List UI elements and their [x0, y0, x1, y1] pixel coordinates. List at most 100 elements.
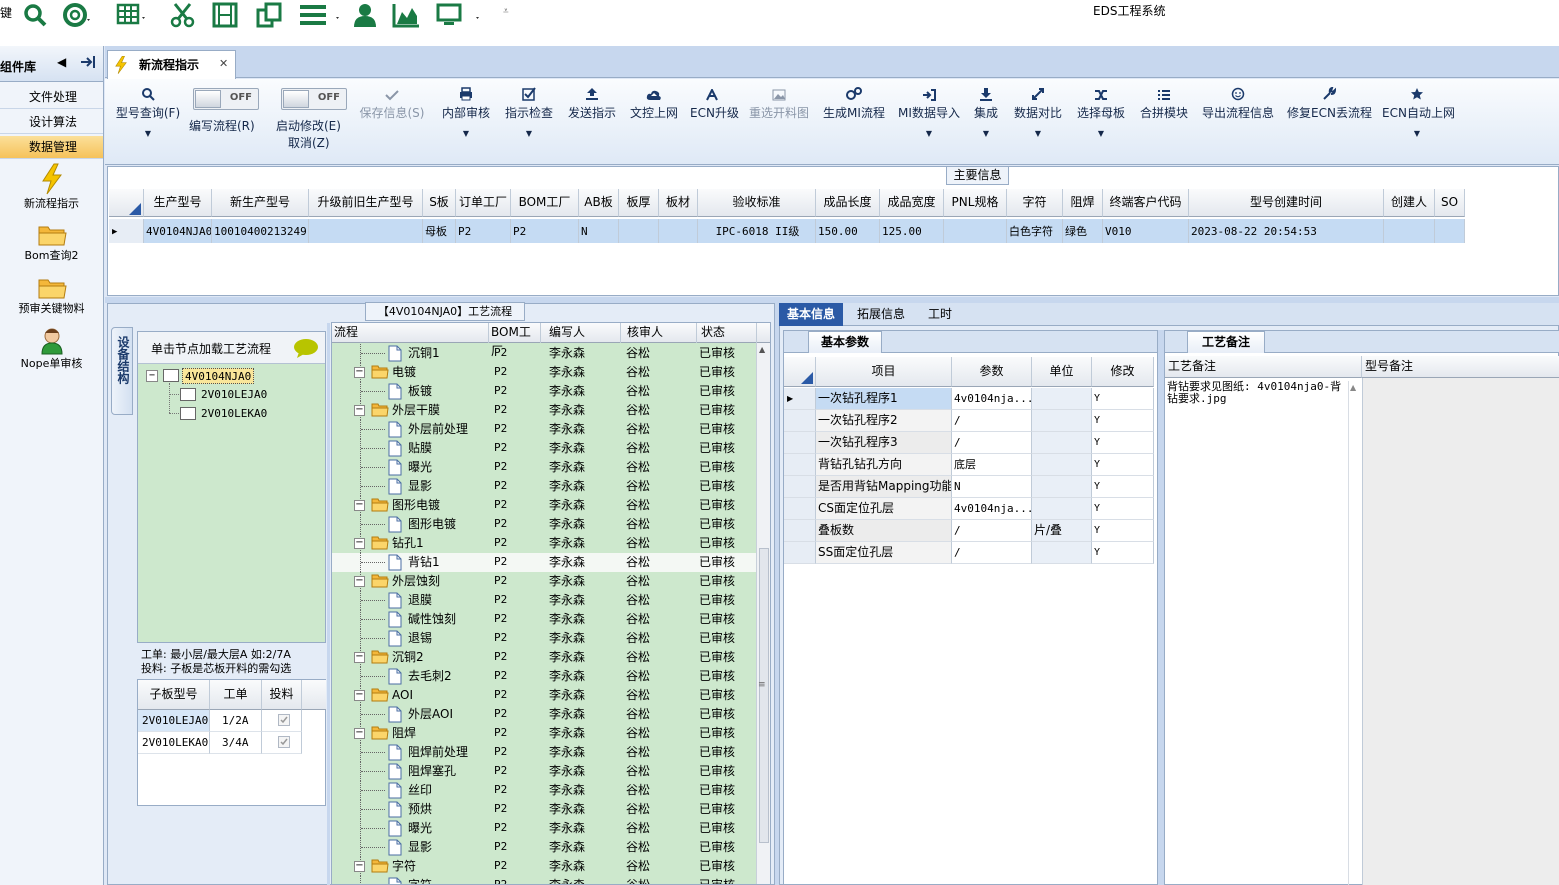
- table-row[interactable]: − AOI P2 李永森 谷松 已审核: [332, 686, 757, 705]
- table-row[interactable]: 阻焊前处理 P2 李永森 谷松 已审核: [332, 743, 757, 762]
- col-header-bom-factory[interactable]: BOM工厂: [511, 189, 579, 217]
- tree-node-child[interactable]: 2V010LEKA0: [201, 407, 267, 420]
- tree-node-root[interactable]: 4V0104NJA0: [182, 368, 255, 384]
- merge-module-button[interactable]: 合拼模块: [1137, 83, 1191, 121]
- table-row[interactable]: 显影 P2 李永森 谷松 已审核: [332, 477, 757, 496]
- col-header-s-board[interactable]: S板: [423, 189, 456, 217]
- table-row[interactable]: 板镀 P2 李永森 谷松 已审核: [332, 382, 757, 401]
- tab-basic-params[interactable]: 基本参数: [808, 331, 882, 353]
- row-header[interactable]: [784, 520, 816, 542]
- table-row[interactable]: 预烘 P2 李永森 谷松 已审核: [332, 800, 757, 819]
- row-header[interactable]: [784, 542, 816, 564]
- scroll-up-icon[interactable]: ▲: [1350, 383, 1356, 392]
- col-header-feed[interactable]: 投料: [262, 680, 302, 710]
- collapse-node-icon[interactable]: −: [354, 405, 365, 416]
- monitor-icon[interactable]: [436, 2, 488, 28]
- scroll-thumb[interactable]: [759, 548, 769, 843]
- cell-sub-model[interactable]: 2V010LEKA0: [138, 732, 210, 754]
- film-icon[interactable]: [212, 2, 238, 28]
- table-row[interactable]: − 钻孔1 P2 李永森 谷松 已审核: [332, 534, 757, 553]
- table-row[interactable]: − 图形电镀 P2 李永森 谷松 已审核: [332, 496, 757, 515]
- select-all-corner[interactable]: [109, 189, 144, 217]
- table-row[interactable]: 退膜 P2 李永森 谷松 已审核: [332, 591, 757, 610]
- feed-checkbox[interactable]: [262, 710, 302, 732]
- table-row[interactable]: − 沉铜2 P2 李永森 谷松 已审核: [332, 648, 757, 667]
- col-header-width[interactable]: 成品宽度: [880, 189, 944, 217]
- row-pointer-icon[interactable]: ▶: [784, 388, 816, 410]
- reselect-cutting-button[interactable]: 重选开料图: [747, 83, 811, 121]
- table-row[interactable]: 叠板数 / 片/叠 Y: [784, 520, 1154, 542]
- send-instruction-button[interactable]: 发送指示: [565, 83, 619, 121]
- cell-sub-model[interactable]: 2V010LEJA0: [138, 710, 210, 732]
- doc-control-online-button[interactable]: 文控上网: [627, 83, 681, 121]
- collapse-node-icon[interactable]: −: [354, 367, 365, 378]
- cell-work-order[interactable]: 3/4A: [210, 732, 262, 754]
- table-row[interactable]: 贴膜 P2 李永森 谷松 已审核: [332, 439, 757, 458]
- row-header[interactable]: [784, 498, 816, 520]
- search-icon[interactable]: [22, 2, 48, 28]
- col-header-so[interactable]: SO: [1435, 189, 1465, 217]
- area-chart-icon[interactable]: [392, 2, 420, 28]
- col-header-old-model[interactable]: 升级前旧生产型号: [309, 189, 423, 217]
- col-header-status[interactable]: 状态: [697, 323, 757, 343]
- process-scrollbar[interactable]: ▲ ≡: [756, 343, 770, 884]
- data-compare-button[interactable]: 数据对比 ▼: [1011, 83, 1065, 138]
- col-header-process[interactable]: 流程: [332, 323, 489, 343]
- table-row[interactable]: 一次钻孔程序3/ Y: [784, 432, 1154, 454]
- collapse-node-icon[interactable]: −: [146, 370, 158, 382]
- table-row[interactable]: 背钻孔钻孔方向 底层 Y: [784, 454, 1154, 476]
- col-header-modify[interactable]: 修改: [1092, 357, 1154, 387]
- new-process-button[interactable]: 新流程指示: [0, 163, 103, 211]
- col-header-ab-board[interactable]: AB板: [579, 189, 619, 217]
- sidebar-item-data[interactable]: 数据管理: [0, 136, 103, 159]
- col-header-reviewer[interactable]: 核审人: [621, 323, 697, 343]
- tab-basic-info[interactable]: 基本信息: [779, 303, 844, 326]
- tab-new-process[interactable]: 新流程指示 ✕: [107, 50, 236, 79]
- cancel-button[interactable]: 取消(Z): [288, 134, 330, 151]
- tab-equipment-structure[interactable]: 设备结构: [111, 327, 133, 415]
- bom-query-button[interactable]: Bom查询2: [0, 223, 103, 263]
- row-header[interactable]: [784, 454, 816, 476]
- row-header[interactable]: [784, 476, 816, 498]
- row-header[interactable]: [784, 410, 816, 432]
- col-header-bom-factory[interactable]: BOM工厂: [489, 323, 541, 358]
- table-row[interactable]: − 阻焊 P2 李永森 谷松 已审核: [332, 724, 757, 743]
- table-row[interactable]: CS面定位孔层 4v0104nja... Y: [784, 498, 1154, 520]
- ecn-auto-online-button[interactable]: ECN自动上网 ▼: [1382, 83, 1455, 138]
- collapse-node-icon[interactable]: −: [354, 690, 365, 701]
- tab-process-note[interactable]: 工艺备注: [1187, 331, 1265, 353]
- copy-icon[interactable]: [256, 2, 284, 28]
- col-header-work-order[interactable]: 工单: [210, 680, 262, 710]
- col-header-sub-model[interactable]: 子板型号: [138, 680, 210, 710]
- col-header-order-factory[interactable]: 订单工厂: [456, 189, 511, 217]
- col-header-creator[interactable]: 创建人: [1384, 189, 1435, 217]
- node-checkbox[interactable]: [180, 407, 196, 420]
- table-row[interactable]: SS面定位孔层 / Y: [784, 542, 1154, 564]
- collapse-node-icon[interactable]: −: [354, 861, 365, 872]
- col-header-silkscreen[interactable]: 字符: [1007, 189, 1063, 217]
- vertical-splitter[interactable]: [327, 323, 330, 885]
- ecn-upgrade-button[interactable]: ECN升级: [690, 83, 739, 121]
- internal-review-button[interactable]: 内部审核 ▼: [439, 83, 493, 138]
- table-row[interactable]: − 电镀 P2 李永森 谷松 已审核: [332, 363, 757, 382]
- table-row[interactable]: − 外层干膜 P2 李永森 谷松 已审核: [332, 401, 757, 420]
- table-row[interactable]: 曝光 P2 李永森 谷松 已审核: [332, 458, 757, 477]
- col-header-pnl[interactable]: PNL规格: [944, 189, 1007, 217]
- note-scrollbar[interactable]: ▲: [1348, 381, 1360, 885]
- col-header-writer[interactable]: 编写人: [541, 323, 621, 343]
- table-row[interactable]: 是否用背钻Mapping功能 N Y: [784, 476, 1154, 498]
- col-header-solder-mask[interactable]: 阻焊: [1063, 189, 1103, 217]
- col-header-length[interactable]: 成品长度: [816, 189, 880, 217]
- export-process-button[interactable]: 导出流程信息: [1200, 83, 1276, 121]
- col-header-customer-code[interactable]: 终端客户代码: [1103, 189, 1189, 217]
- col-header-created-time[interactable]: 型号创建时间: [1189, 189, 1384, 217]
- col-header-material[interactable]: 板材: [659, 189, 698, 217]
- fix-ecn-button[interactable]: 修复ECN丢流程: [1287, 83, 1372, 121]
- collapse-node-icon[interactable]: −: [354, 500, 365, 511]
- nope-review-button[interactable]: Nope单审核: [0, 327, 103, 371]
- table-row[interactable]: 退锡 P2 李永森 谷松 已审核: [332, 629, 757, 648]
- col-header-unit[interactable]: 单位: [1032, 357, 1092, 387]
- write-process-toggle[interactable]: OFF: [193, 88, 259, 110]
- col-header-item[interactable]: 项目: [816, 357, 952, 387]
- model-query-button[interactable]: 型号查询(F) ▼: [113, 83, 183, 138]
